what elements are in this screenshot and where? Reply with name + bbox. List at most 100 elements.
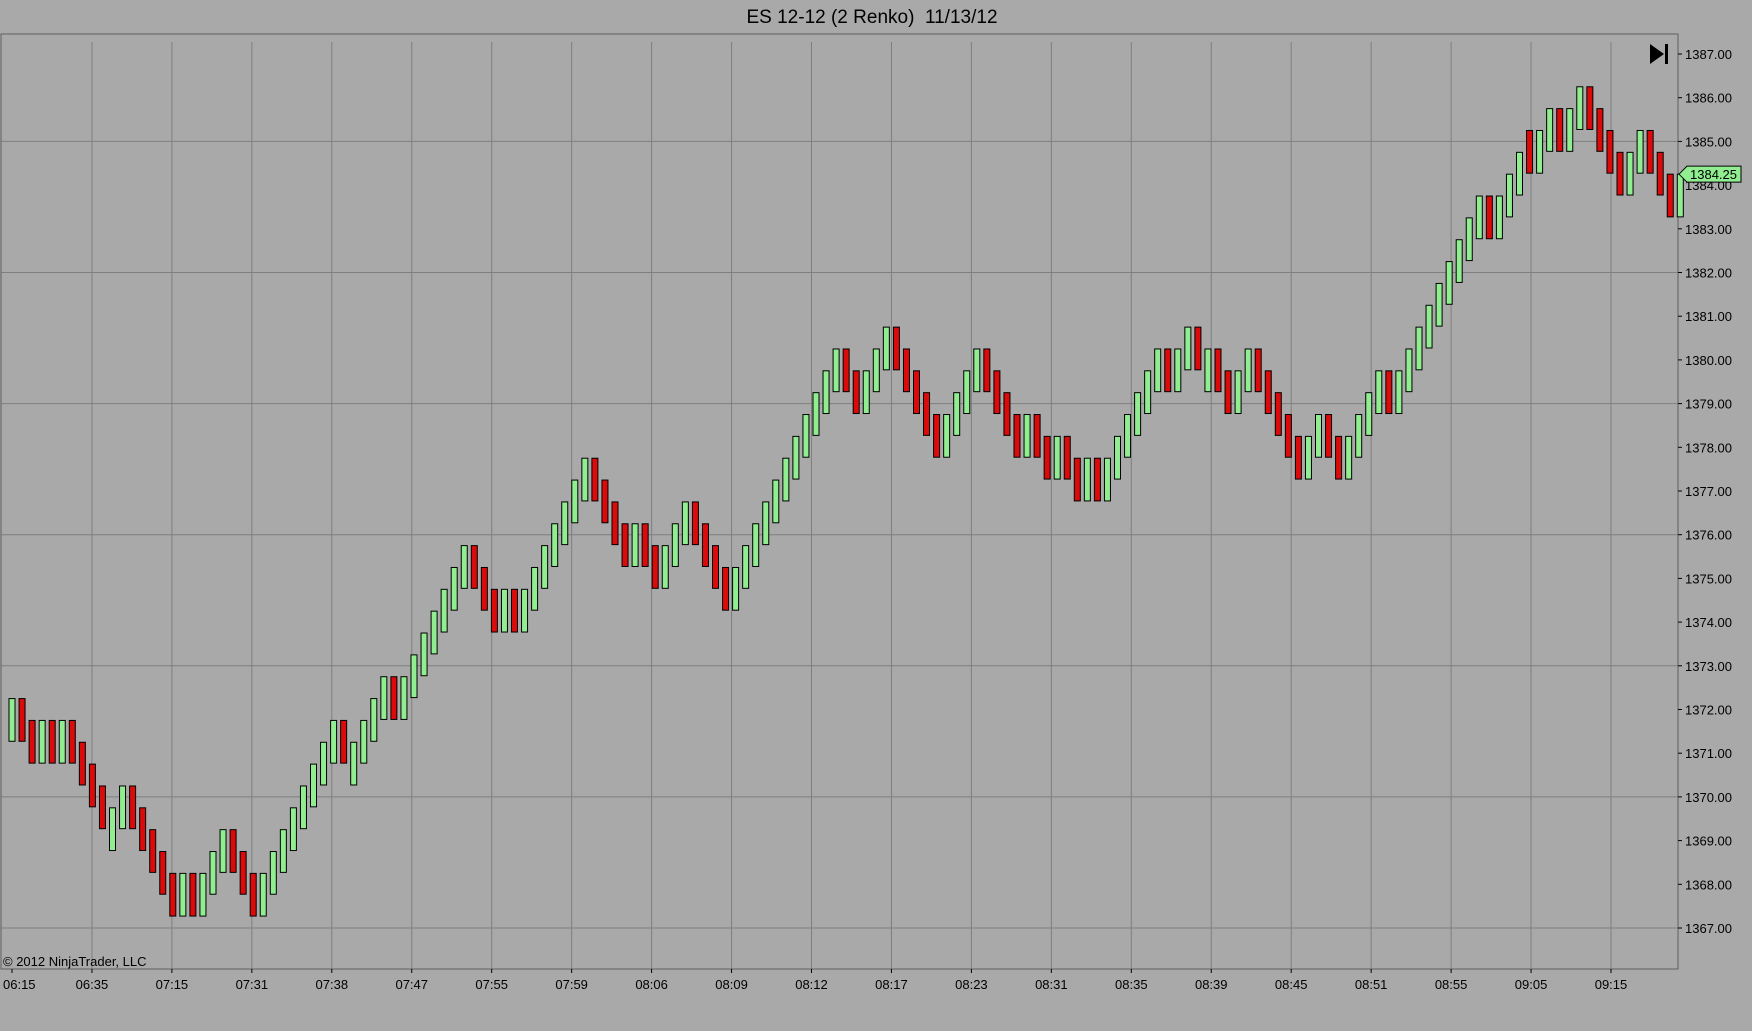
renko-brick-up [631, 523, 639, 567]
renko-brick-down [842, 348, 850, 393]
time-tick-label: 07:38 [316, 977, 349, 992]
renko-brick-up [792, 435, 800, 480]
renko-brick-up [1124, 414, 1132, 458]
renko-brick-down [139, 807, 147, 852]
renko-brick-up [541, 545, 549, 589]
renko-brick-up [199, 872, 207, 917]
renko-brick-up [1244, 348, 1252, 393]
renko-brick-up [269, 851, 277, 895]
time-tick-label: 08:51 [1355, 977, 1388, 992]
renko-brick-up [500, 588, 508, 633]
renko-brick-up [1576, 86, 1584, 130]
renko-brick-up [420, 632, 428, 677]
renko-brick-up [531, 566, 539, 611]
renko-brick-down [1385, 370, 1393, 415]
time-tick-label: 09:05 [1515, 977, 1548, 992]
chart-background [0, 0, 1752, 1026]
renko-brick-up [1204, 348, 1212, 393]
renko-chart: ES 12-12 (2 Renko) 11/13/12 1367.00 1368.… [0, 0, 1752, 1026]
renko-brick-up [561, 501, 569, 546]
chart-title: ES 12-12 (2 Renko) 11/13/12 [746, 7, 997, 28]
renko-brick-up [1626, 151, 1634, 196]
time-tick-label: 08:09 [715, 977, 748, 992]
renko-brick-up [1103, 457, 1111, 502]
renko-brick-down [18, 698, 26, 742]
renko-brick-up [742, 545, 750, 589]
renko-brick-up [1144, 370, 1152, 415]
renko-brick-up [1053, 435, 1061, 480]
time-tick-label: 09:15 [1595, 977, 1628, 992]
renko-brick-down [390, 676, 398, 720]
renko-brick-up [179, 872, 187, 917]
renko-brick-up [1174, 348, 1182, 393]
renko-brick-up [963, 370, 971, 415]
renko-brick-up [772, 479, 780, 524]
renko-brick-down [852, 370, 860, 415]
renko-brick-up [1134, 392, 1142, 436]
renko-brick-up [380, 676, 388, 720]
renko-brick-down [480, 566, 488, 611]
renko-brick-up [872, 348, 880, 393]
renko-brick-down [1073, 457, 1081, 502]
renko-brick-down [1093, 457, 1101, 502]
renko-brick-up [953, 392, 961, 436]
time-tick-label: 08:06 [635, 977, 668, 992]
renko-brick-up [832, 348, 840, 393]
renko-brick-up [209, 851, 217, 895]
renko-brick-up [973, 348, 981, 393]
renko-brick-down [340, 719, 348, 764]
renko-brick-up [279, 829, 287, 873]
renko-brick-up [521, 588, 529, 633]
renko-brick-down [993, 370, 1001, 415]
renko-brick-down [1596, 108, 1604, 152]
time-tick-label: 07:31 [236, 977, 269, 992]
time-tick-label: 08:17 [875, 977, 908, 992]
renko-brick-up [1114, 435, 1121, 480]
renko-brick-down [189, 872, 197, 917]
renko-brick-down [1284, 414, 1292, 458]
renko-brick-down [1224, 370, 1232, 415]
renko-brick-up [350, 741, 358, 786]
price-tick-label: 1385.00 [1685, 134, 1732, 149]
price-tick-label: 1383.00 [1685, 222, 1732, 237]
renko-brick-up [400, 676, 408, 720]
renko-brick-up [360, 719, 368, 764]
renko-brick-up [58, 719, 66, 764]
renko-brick-down [98, 785, 106, 830]
renko-brick-up [681, 501, 689, 546]
renko-brick-up [1425, 304, 1433, 349]
price-tick-label: 1372.00 [1685, 703, 1732, 718]
copyright-text: © 2012 NinjaTrader, LLC [3, 954, 147, 969]
renko-brick-down [1294, 435, 1302, 480]
renko-brick-down [1656, 151, 1664, 196]
renko-brick-down [1526, 129, 1534, 174]
renko-brick-down [1254, 348, 1262, 393]
renko-brick-up [1395, 370, 1403, 415]
time-tick-label: 06:15 [3, 977, 36, 992]
renko-brick-down [88, 763, 96, 808]
renko-brick-down [1033, 414, 1041, 458]
price-tick-label: 1375.00 [1685, 571, 1732, 586]
renko-brick-up [1415, 326, 1423, 371]
renko-brick-down [591, 457, 599, 502]
renko-brick-up [310, 763, 317, 808]
renko-brick-down [149, 829, 157, 873]
renko-brick-down [923, 392, 931, 436]
renko-brick-down [239, 851, 247, 895]
renko-brick-down [701, 523, 709, 567]
renko-brick-down [1264, 370, 1272, 415]
renko-brick-up [1516, 151, 1523, 196]
renko-brick-up [450, 566, 458, 611]
time-tick-label: 07:59 [555, 977, 588, 992]
renko-brick-up [219, 829, 227, 873]
renko-brick-down [1485, 195, 1493, 240]
renko-brick-up [8, 698, 16, 742]
renko-brick-down [129, 785, 137, 830]
renko-brick-up [259, 872, 267, 917]
renko-brick-up [661, 545, 669, 589]
price-tick-label: 1369.00 [1685, 834, 1732, 849]
renko-brick-up [1546, 108, 1554, 152]
renko-brick-down [249, 872, 257, 917]
renko-brick-down [641, 523, 649, 567]
renko-brick-down [470, 545, 478, 589]
